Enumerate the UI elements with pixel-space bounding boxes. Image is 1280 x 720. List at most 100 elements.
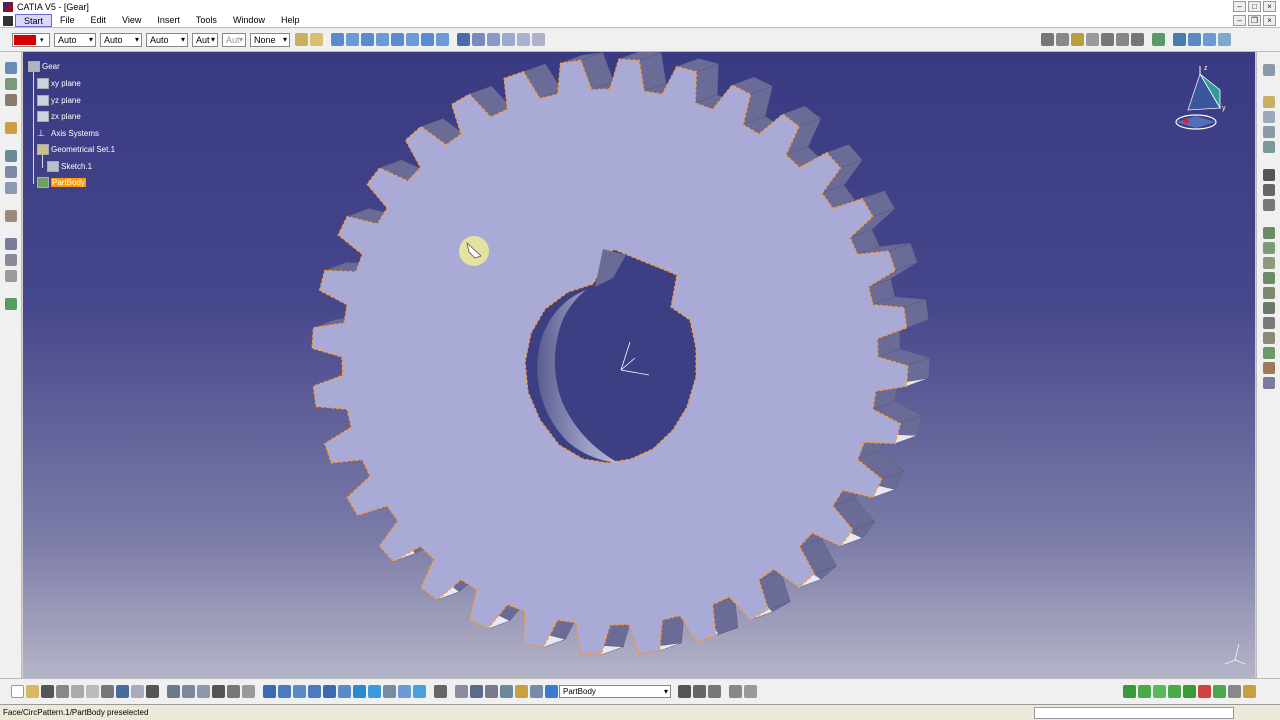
close-button[interactable]: × [1263, 1, 1276, 12]
fillet-icon[interactable] [4, 210, 17, 222]
redo-icon[interactable] [131, 685, 144, 698]
tree-expand-icon[interactable] [1173, 33, 1186, 46]
customize-view-icon[interactable] [1116, 33, 1129, 46]
annotation-icon[interactable] [1262, 96, 1275, 108]
affinity-icon[interactable] [1262, 347, 1275, 359]
undo-icon[interactable] [116, 685, 129, 698]
rib-icon[interactable] [4, 166, 17, 178]
line-icon[interactable] [1262, 184, 1275, 196]
hole-icon[interactable] [4, 150, 17, 162]
pan-icon[interactable] [278, 685, 291, 698]
layer-combo[interactable]: Aut [222, 32, 246, 47]
pattern-icon[interactable] [4, 298, 17, 310]
dimensional-constraint-icon[interactable] [1168, 685, 1181, 698]
tree-item-sketch[interactable]: Sketch.1 [47, 161, 92, 172]
power-input-field[interactable] [1034, 707, 1234, 719]
doc-close-button[interactable]: × [1263, 15, 1276, 26]
healing-icon[interactable] [436, 33, 449, 46]
exit-workbench-icon[interactable] [1243, 685, 1256, 698]
doc-minimize-button[interactable]: – [1233, 15, 1246, 26]
menu-file[interactable]: File [52, 14, 83, 27]
zoom-in-icon[interactable] [308, 685, 321, 698]
shaft-icon[interactable] [4, 122, 17, 134]
3d-annotation-icon[interactable] [678, 685, 691, 698]
pocket-icon[interactable] [4, 94, 17, 106]
draft-analysis-icon[interactable] [487, 33, 500, 46]
inverse-icon[interactable] [1198, 685, 1211, 698]
auto-constraint-icon[interactable] [1183, 685, 1196, 698]
rotate-icon[interactable] [1152, 33, 1165, 46]
current-body-combo[interactable]: PartBody [559, 685, 671, 698]
surface-icon[interactable] [346, 33, 359, 46]
copy-icon[interactable] [86, 685, 99, 698]
join-icon[interactable] [421, 33, 434, 46]
mirror-sketch-icon[interactable] [1228, 685, 1241, 698]
tree-item-axis-systems[interactable]: ⊥ Axis Systems [37, 128, 99, 139]
tree-root-gear[interactable]: Gear [28, 61, 60, 72]
formula-icon[interactable] [532, 33, 545, 46]
menu-edit[interactable]: Edit [83, 14, 115, 27]
help-icon[interactable] [146, 685, 159, 698]
sketcher-icon[interactable] [4, 62, 17, 74]
iso-view-icon[interactable] [368, 685, 381, 698]
look-at-icon[interactable] [197, 685, 210, 698]
tree-collapse-icon[interactable] [1188, 33, 1201, 46]
menu-start[interactable]: Start [15, 14, 53, 27]
extract-icon[interactable] [406, 33, 419, 46]
document-icon[interactable] [3, 15, 13, 26]
curvature-icon[interactable] [502, 33, 515, 46]
offset-icon[interactable] [1213, 685, 1226, 698]
tree-item-geometrical-set[interactable]: Geometrical Set.1 [37, 144, 115, 155]
gear-scene[interactable]: z y [23, 52, 1255, 678]
boolean-icon[interactable] [1262, 141, 1275, 153]
shading-icon[interactable] [1041, 33, 1054, 46]
symmetry-icon[interactable] [1262, 317, 1275, 329]
point-icon[interactable] [1262, 169, 1275, 181]
update-icon[interactable] [434, 685, 447, 698]
measure-between-icon[interactable] [455, 685, 468, 698]
create-window-icon[interactable] [353, 685, 366, 698]
doc-restore-button[interactable]: ❐ [1248, 15, 1261, 26]
menu-insert[interactable]: Insert [149, 14, 188, 27]
copy-format-icon[interactable] [310, 33, 323, 46]
minimize-button[interactable]: – [1233, 1, 1246, 12]
volume-icon[interactable] [361, 33, 374, 46]
snap-point-icon[interactable] [1123, 685, 1136, 698]
mirror-icon[interactable] [1262, 377, 1275, 389]
wireframe-view-icon[interactable] [1086, 33, 1099, 46]
analysis-icon[interactable] [472, 33, 485, 46]
swap-space-icon[interactable] [413, 685, 426, 698]
zoom-out-icon[interactable] [323, 685, 336, 698]
hidden-edges-icon[interactable] [1101, 33, 1114, 46]
pad-icon[interactable] [4, 78, 17, 90]
shell-icon[interactable] [4, 270, 17, 282]
slot-icon[interactable] [4, 182, 17, 194]
material-icon[interactable] [1071, 33, 1084, 46]
measure-icon[interactable] [457, 33, 470, 46]
fly-mode-icon[interactable] [167, 685, 180, 698]
normal-view-icon[interactable] [338, 685, 351, 698]
shading-mode-icon[interactable] [383, 685, 396, 698]
wireframe-icon[interactable] [331, 33, 344, 46]
cut-icon[interactable] [71, 685, 84, 698]
geometric-constraint-icon[interactable] [1153, 685, 1166, 698]
tree-item-xy-plane[interactable]: xy plane [37, 78, 81, 89]
new-icon[interactable] [11, 685, 24, 698]
draft-icon[interactable] [4, 254, 17, 266]
intersection-icon[interactable] [376, 33, 389, 46]
save-icon[interactable] [41, 685, 54, 698]
reorder-icon[interactable] [530, 685, 543, 698]
axis-to-axis-icon[interactable] [1262, 362, 1275, 374]
line-thickness-combo[interactable]: Auto [100, 32, 142, 47]
scan-icon[interactable] [500, 685, 513, 698]
menu-tools[interactable]: Tools [188, 14, 225, 27]
hide-show-icon[interactable] [398, 685, 411, 698]
constraint-icon[interactable] [1262, 126, 1275, 138]
painter-icon[interactable] [295, 33, 308, 46]
transparency-combo[interactable]: Auto [54, 32, 96, 47]
menu-help[interactable]: Help [273, 14, 308, 27]
translation-icon[interactable] [1262, 287, 1275, 299]
table-icon[interactable] [212, 685, 225, 698]
rotate-view-icon[interactable] [293, 685, 306, 698]
chamfer-icon[interactable] [4, 238, 17, 250]
